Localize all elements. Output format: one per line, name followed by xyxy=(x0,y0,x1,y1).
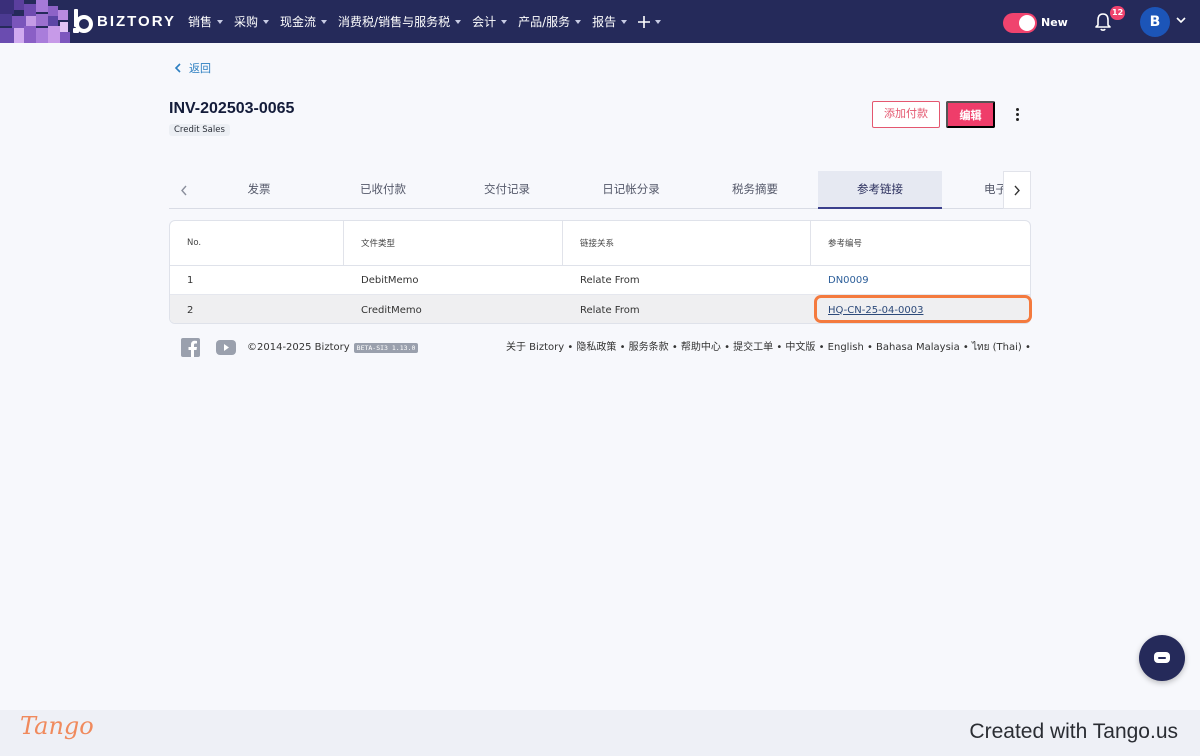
caret-down-icon xyxy=(655,19,662,24)
menu-item-label: 产品/服务 xyxy=(518,15,571,29)
menu-item-label: 销售 xyxy=(188,15,213,29)
row-no: 1 xyxy=(187,274,194,286)
footer-links[interactable]: 关于 Biztory • 隐私政策 • 服务条款 • 帮助中心 • 提交工单 •… xyxy=(506,338,1031,355)
menu-item-cashflow[interactable]: 现金流 xyxy=(280,13,328,30)
edit-button[interactable]: 编辑 xyxy=(946,101,995,128)
row-doc-type: DebitMemo xyxy=(361,274,419,286)
more-options-icon[interactable] xyxy=(1011,106,1023,124)
caret-down-icon xyxy=(321,19,328,24)
menu-item-label: 采购 xyxy=(234,15,259,29)
menu-item-purchases[interactable]: 采购 xyxy=(234,13,270,30)
menu-item-quick-add[interactable] xyxy=(638,15,662,28)
biztory-logo-icon xyxy=(73,9,93,33)
tabs-scroll-right-button[interactable] xyxy=(1003,171,1031,209)
menu-item-label: 报告 xyxy=(592,15,617,29)
chevron-right-icon xyxy=(1013,185,1020,195)
copyright: ©2014-2025 Biztory BETA-SI3 1.13.0 xyxy=(247,342,419,353)
brand-logo[interactable]: BIZTORY xyxy=(72,8,176,34)
column-header-reference: 参考编号 xyxy=(828,239,863,249)
caret-down-icon xyxy=(217,19,224,24)
menu-item-accounting[interactable]: 会计 xyxy=(472,13,508,30)
copyright-text: ©2014-2025 Biztory xyxy=(247,342,350,353)
click-highlight-box xyxy=(814,295,1032,323)
caret-down-icon xyxy=(501,19,508,24)
tab-delivery-records[interactable]: 交付记录 xyxy=(445,171,569,209)
browser-viewport: BIZTORY 销售 采购 现金流 消费税/销售与服务税 会计 产品/服务 报告… xyxy=(0,0,1200,710)
tab-invoice[interactable]: 发票 xyxy=(197,171,321,209)
tab-payments-received[interactable]: 已收付款 xyxy=(321,171,445,209)
menu-item-reports[interactable]: 报告 xyxy=(592,13,628,30)
tabs-scroll-left-button[interactable] xyxy=(169,171,197,209)
user-avatar[interactable]: B xyxy=(1140,7,1170,37)
table-row: 1 DebitMemo Relate From DN0009 xyxy=(170,266,1030,295)
back-link[interactable]: 返回 xyxy=(174,60,211,76)
column-header-relation: 链接关系 xyxy=(563,221,811,265)
caret-down-icon xyxy=(455,19,462,24)
caret-down-icon xyxy=(263,19,270,24)
column-header-no: No. xyxy=(170,221,344,265)
tango-credit: Created with Tango.us xyxy=(969,720,1178,743)
table-header-row: No. 文件类型 链接关系 参考编号 xyxy=(170,221,1030,266)
tab-journal-entries[interactable]: 日记帐分录 xyxy=(569,171,693,209)
row-no: 2 xyxy=(187,304,194,316)
menu-item-tax[interactable]: 消费税/销售与服务税 xyxy=(338,13,462,30)
tango-logo: Tango xyxy=(20,712,94,740)
notification-count-badge: 12 xyxy=(1110,6,1126,20)
back-label: 返回 xyxy=(189,62,211,75)
plus-icon xyxy=(638,15,651,28)
chevron-left-icon xyxy=(180,185,187,195)
version-badge: BETA-SI3 1.13.0 xyxy=(353,342,419,353)
menu-item-label: 现金流 xyxy=(280,15,317,29)
invoice-type-tag: Credit Sales xyxy=(169,124,230,136)
chat-bubble-icon xyxy=(1154,652,1170,663)
add-payment-button[interactable]: 添加付款 xyxy=(872,101,940,128)
new-ui-toggle[interactable] xyxy=(1003,13,1037,33)
tab-einvoice[interactable]: 电子 xyxy=(942,171,1004,209)
facebook-icon[interactable] xyxy=(181,338,200,357)
document-tabs: 发票 已收付款 交付记录 日记帐分录 税务摘要 参考链接 电子 xyxy=(169,171,1031,209)
menu-item-label: 会计 xyxy=(472,15,497,29)
menu-item-label: 消费税/销售与服务税 xyxy=(338,15,451,29)
row-relation: Relate From xyxy=(580,304,640,316)
caret-down-icon xyxy=(621,19,628,24)
chevron-left-icon xyxy=(174,63,181,73)
row-relation: Relate From xyxy=(580,274,640,286)
new-ui-label: New xyxy=(1041,16,1068,29)
main-menu: 销售 采购 现金流 消费税/销售与服务税 会计 产品/服务 报告 xyxy=(188,0,672,43)
chat-support-button[interactable] xyxy=(1139,635,1185,681)
row-doc-type: CreditMemo xyxy=(361,304,422,316)
column-header-doc-type: 文件类型 xyxy=(344,221,563,265)
tab-reference-links[interactable]: 参考链接 xyxy=(818,171,942,209)
chevron-down-icon[interactable] xyxy=(1176,17,1186,24)
caret-down-icon xyxy=(575,19,582,24)
brand-name: BIZTORY xyxy=(97,12,177,30)
menu-item-products[interactable]: 产品/服务 xyxy=(518,13,582,30)
menu-item-sales[interactable]: 销售 xyxy=(188,13,224,30)
reference-link-dn0009[interactable]: DN0009 xyxy=(828,275,869,286)
top-navbar: BIZTORY 销售 采购 现金流 消费税/销售与服务税 会计 产品/服务 报告… xyxy=(0,0,1200,43)
youtube-icon[interactable] xyxy=(216,340,236,355)
page-title: INV-202503-0065 xyxy=(169,100,295,117)
tab-tax-summary[interactable]: 税务摘要 xyxy=(693,171,817,209)
